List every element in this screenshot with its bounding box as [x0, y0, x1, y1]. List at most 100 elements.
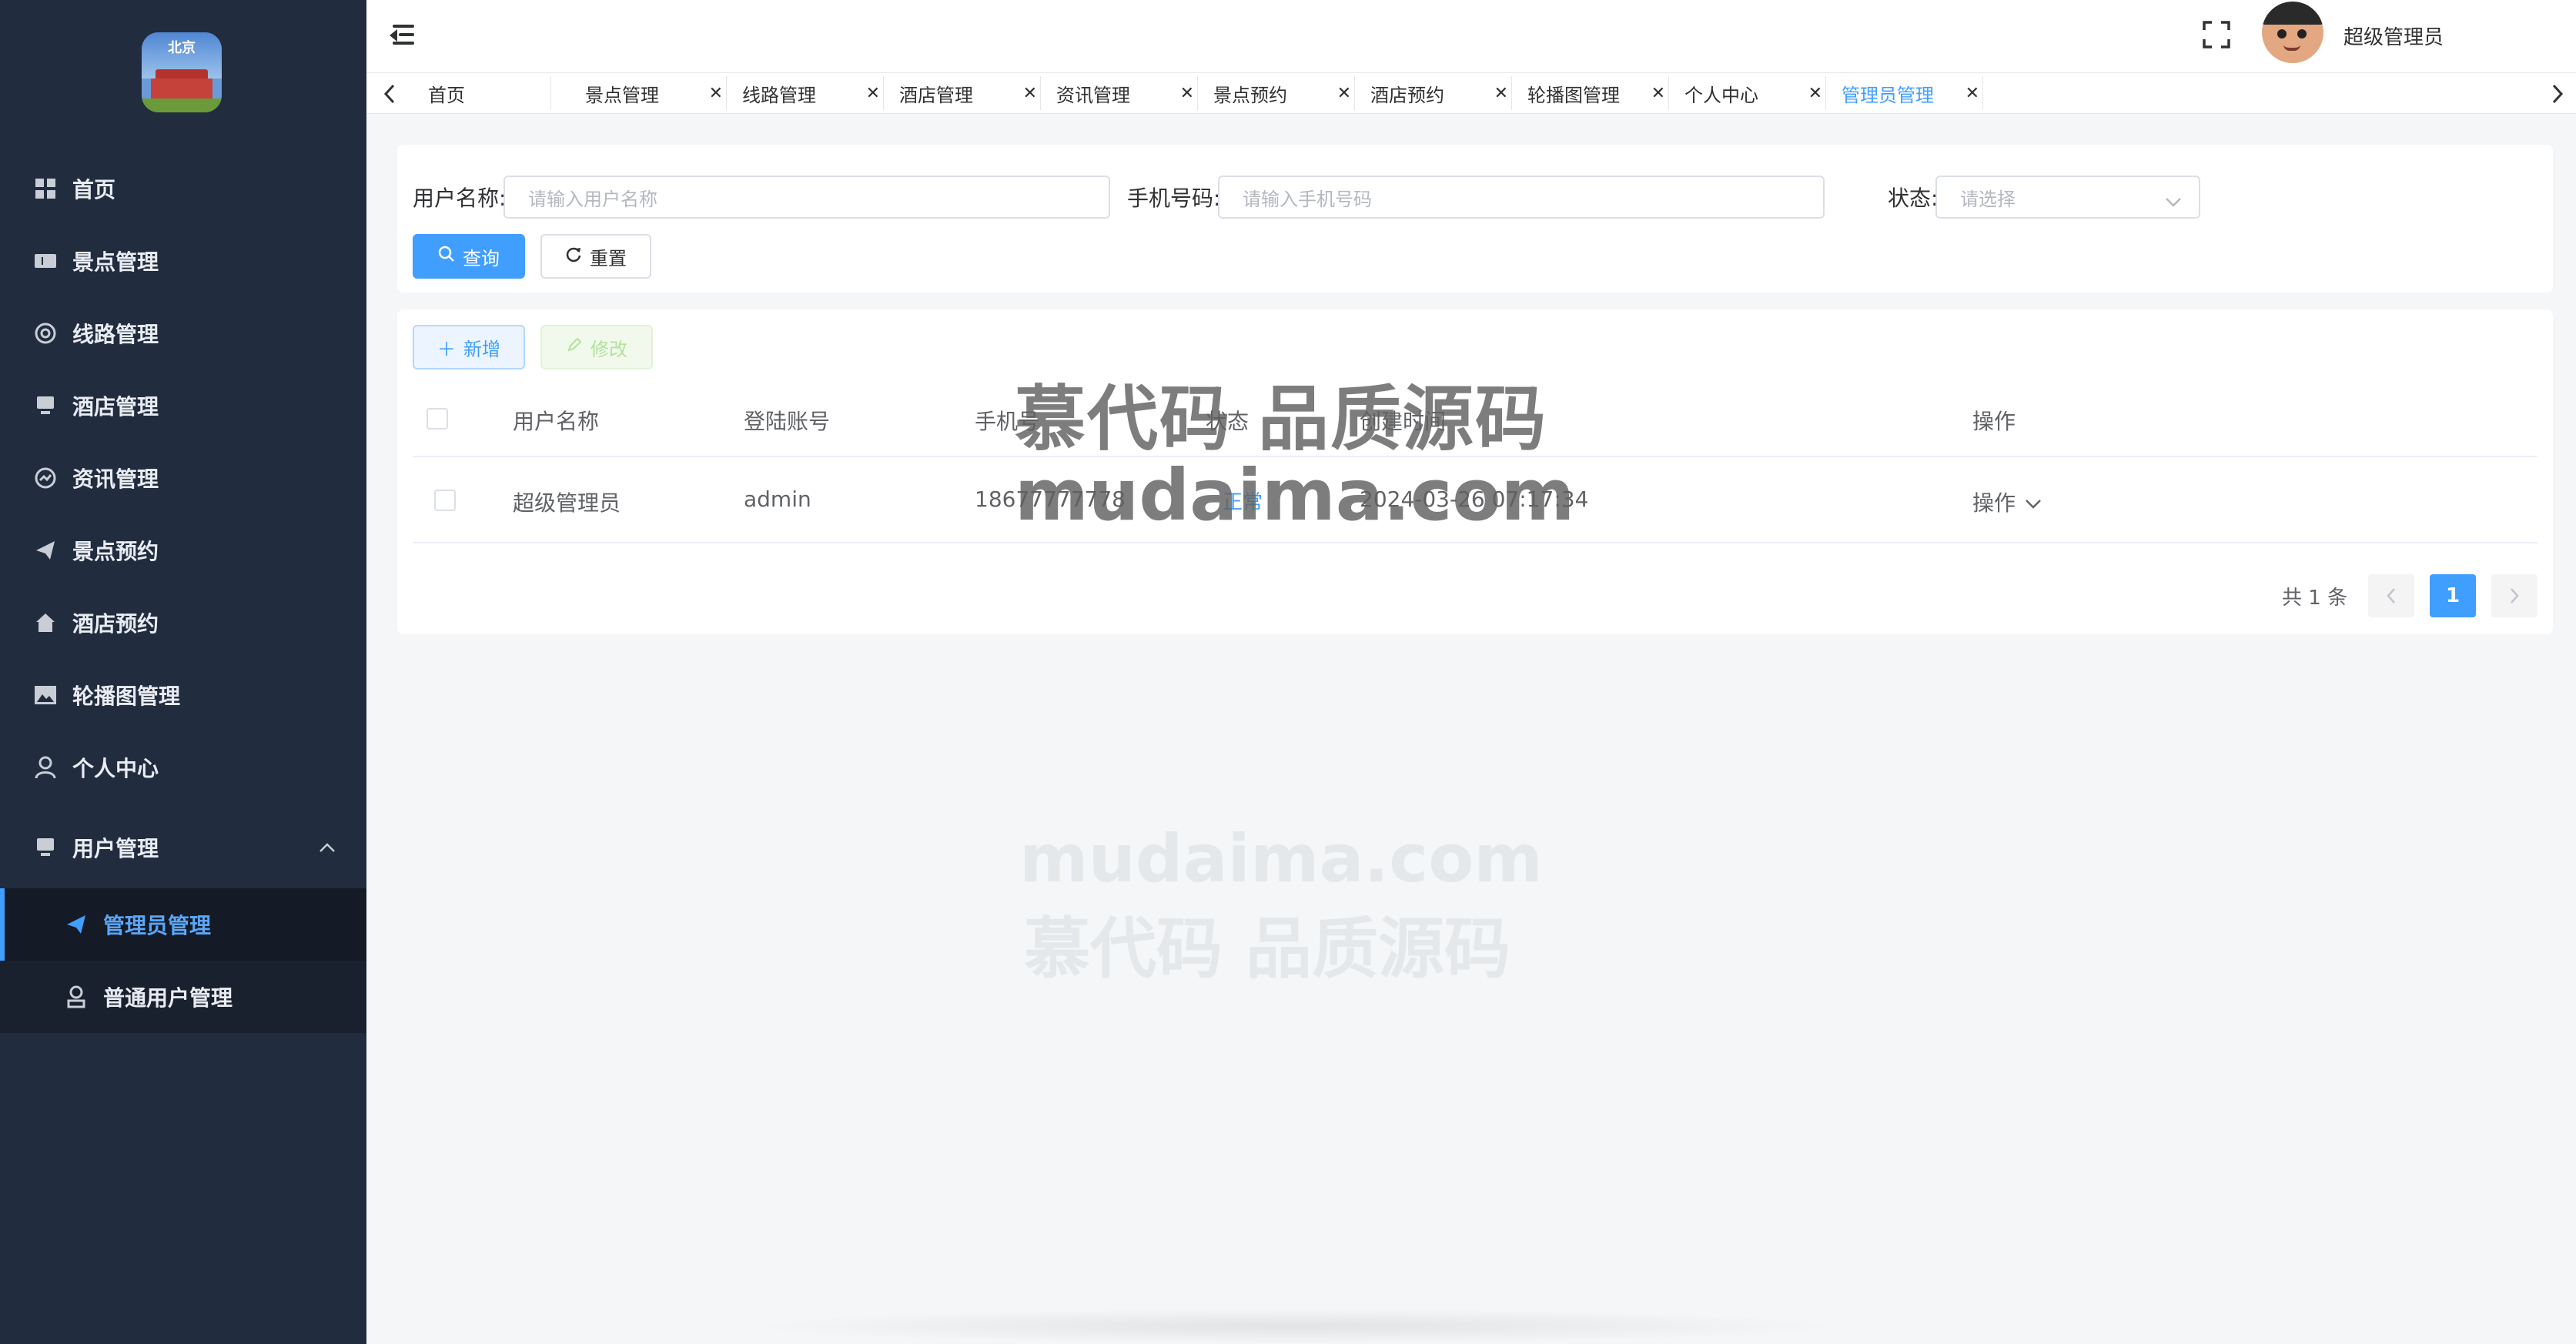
query-button[interactable]: 查询 [413, 234, 525, 279]
close-icon[interactable]: ✕ [1023, 84, 1037, 103]
picture-icon [32, 682, 59, 708]
tab-label: 景点管理 [585, 84, 659, 106]
watermark-url-faint: mudaima.com [1019, 821, 1543, 898]
status-select[interactable]: 请选择 [1935, 176, 2200, 219]
chevron-down-icon [2165, 191, 2182, 212]
search-icon [438, 246, 455, 267]
close-icon[interactable]: ✕ [1180, 84, 1194, 103]
select-all-checkbox[interactable] [427, 408, 448, 430]
header: 超级管理员 [366, 0, 2576, 72]
chart-circle-icon [32, 465, 59, 491]
column-header-username[interactable]: 用户名称 [513, 405, 599, 436]
row-action-dropdown[interactable]: 操作 [1972, 486, 2042, 517]
phone-search-input[interactable]: 请输入手机号码 [1218, 176, 1825, 219]
sidebar-item-banner[interactable]: 轮播图管理 [0, 659, 366, 731]
bottom-shadow [739, 1309, 1848, 1344]
add-button[interactable]: ＋ 新增 [413, 325, 525, 369]
status-placeholder: 请选择 [1960, 188, 2016, 210]
pagination-prev-button[interactable] [2368, 574, 2414, 617]
tab-label: 资讯管理 [1056, 84, 1130, 106]
sidebar-item-scenic[interactable]: 景点管理 [0, 225, 366, 297]
close-icon[interactable]: ✕ [1337, 84, 1351, 103]
reset-button[interactable]: 重置 [540, 234, 651, 279]
tab-hotel-booking[interactable]: 酒店预约 ✕ [1355, 76, 1512, 110]
tab-news[interactable]: 资讯管理 ✕ [1041, 76, 1198, 110]
close-icon[interactable]: ✕ [1494, 84, 1508, 103]
tab-home[interactable]: 首页 [413, 76, 551, 110]
column-header-account[interactable]: 登陆账号 [744, 405, 830, 436]
sidebar-item-label: 首页 [72, 177, 116, 202]
query-label: 查询 [463, 247, 500, 269]
tab-banner[interactable]: 轮播图管理 ✕ [1512, 76, 1669, 110]
sidebar-item-label: 酒店预约 [72, 611, 159, 637]
sidebar-item-label: 酒店管理 [72, 394, 159, 420]
dashboard-icon [32, 176, 59, 202]
sidebar-item-news[interactable]: 资讯管理 [0, 442, 366, 514]
sidebar-item-route[interactable]: 线路管理 [0, 297, 366, 369]
tab-label: 酒店预约 [1370, 84, 1444, 106]
tabs-bar: 首页 景点管理 ✕ 线路管理 ✕ 酒店管理 ✕ 资讯管理 ✕ 景点预约 ✕ 酒店… [366, 72, 2576, 114]
sidebar-item-profile[interactable]: 个人中心 [0, 731, 366, 804]
close-icon[interactable]: ✕ [866, 84, 880, 103]
close-icon[interactable]: ✕ [1965, 84, 1979, 103]
sidebar-item-scenic-booking[interactable]: 景点预约 [0, 514, 366, 587]
tab-label: 景点预约 [1213, 84, 1287, 106]
home-icon [32, 610, 59, 636]
sidebar-item-user-management[interactable]: 用户管理 [0, 811, 366, 884]
close-icon[interactable]: ✕ [709, 84, 723, 103]
column-header-status[interactable]: 状态 [1206, 405, 1249, 436]
sidebar-item-hotel-booking[interactable]: 酒店预约 [0, 587, 366, 659]
fullscreen-icon[interactable] [2202, 20, 2231, 49]
sidebar-item-label: 景点预约 [72, 539, 159, 564]
tab-route[interactable]: 线路管理 ✕ [727, 76, 884, 110]
sidebar-item-label: 景点管理 [72, 249, 159, 275]
divider [413, 542, 2538, 543]
action-label: 操作 [1972, 490, 2016, 516]
tabs-scroll-left-icon[interactable] [374, 79, 405, 109]
username-search-input[interactable]: 请输入用户名称 [503, 176, 1110, 219]
logo: 北京 [142, 32, 222, 112]
user-stamp-icon [63, 984, 89, 1010]
sidebar-subitem-admin-management[interactable]: 管理员管理 [0, 888, 366, 961]
status-label: 状态: [1888, 186, 1939, 211]
column-header-created[interactable]: 创建时间 [1360, 405, 1446, 436]
pagination-total: 共 1 条 [2282, 587, 2348, 610]
username-placeholder: 请输入用户名称 [528, 188, 657, 210]
cell-username: 超级管理员 [513, 490, 621, 516]
pagination-next-button[interactable] [2491, 574, 2538, 617]
reset-label: 重置 [590, 247, 627, 269]
divider [413, 456, 2538, 457]
sidebar-item-hotel[interactable]: 酒店管理 [0, 369, 366, 442]
close-icon[interactable]: ✕ [1651, 84, 1665, 103]
tab-profile[interactable]: 个人中心 ✕ [1669, 76, 1826, 110]
tabs-scroll-right-icon[interactable] [2542, 79, 2573, 109]
monitor-icon [32, 834, 59, 861]
watermark-text-faint: 慕代码 品质源码 [1024, 911, 1510, 988]
tab-scenic-booking[interactable]: 景点预约 ✕ [1198, 76, 1355, 110]
pagination-page-button[interactable]: 1 [2430, 574, 2476, 617]
lifebuoy-icon [32, 320, 59, 346]
sidebar-item-label: 轮播图管理 [72, 684, 181, 709]
close-icon[interactable]: ✕ [1808, 84, 1822, 103]
chevron-down-icon [2025, 490, 2042, 515]
tab-scenic[interactable]: 景点管理 ✕ [570, 76, 727, 110]
column-header-phone[interactable]: 手机号 [975, 405, 1039, 436]
tab-admin-management[interactable]: 管理员管理 ✕ [1826, 76, 1983, 110]
menu-toggle-icon[interactable] [390, 22, 416, 48]
edit-button[interactable]: 修改 [540, 325, 653, 369]
monitor-icon [32, 393, 59, 419]
sidebar-item-home[interactable]: 首页 [0, 152, 366, 225]
status-badge: 正常 [1223, 491, 1263, 514]
tab-label: 个人中心 [1684, 84, 1758, 106]
row-checkbox[interactable] [434, 490, 456, 511]
header-username[interactable]: 超级管理员 [2343, 22, 2444, 50]
sidebar-subitem-normal-user-management[interactable]: 普通用户管理 [0, 961, 366, 1033]
search-panel: 用户名称: 请输入用户名称 手机号码: 请输入手机号码 状态: 请选择 查询 重… [397, 145, 2553, 293]
cell-phone: 18677777778 [975, 486, 1126, 512]
tab-label: 酒店管理 [899, 84, 973, 106]
add-label: 新增 [463, 338, 500, 360]
sidebar-item-label: 普通用户管理 [103, 985, 233, 1011]
tab-hotel[interactable]: 酒店管理 ✕ [884, 76, 1041, 110]
sidebar: 北京 首页 景点管理 线路管理 酒店管理 资讯管理 景点预约 酒店预约 轮播图管… [0, 0, 366, 1344]
avatar[interactable] [2262, 2, 2323, 63]
